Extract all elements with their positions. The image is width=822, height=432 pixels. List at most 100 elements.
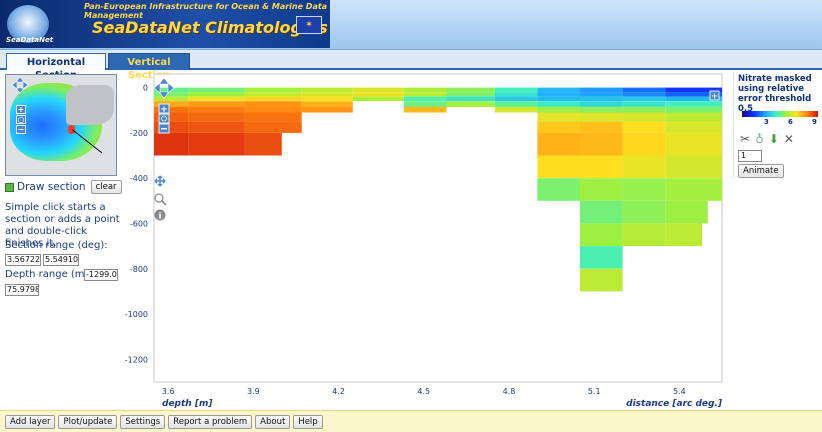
heatmap-cell bbox=[537, 101, 580, 107]
x-tick-label: 4.5 bbox=[417, 387, 430, 396]
heatmap-cell bbox=[244, 121, 302, 133]
heatmap-cell bbox=[494, 101, 538, 107]
help-button[interactable]: Help bbox=[293, 414, 323, 429]
plot-zoom-out-icon[interactable] bbox=[158, 123, 170, 134]
tab-horizontal-section[interactable]: Horizontal Section bbox=[6, 53, 106, 81]
heatmap-cell bbox=[446, 96, 495, 102]
animate-button[interactable]: Animate bbox=[738, 164, 784, 178]
heatmap-cell bbox=[665, 155, 722, 179]
plot-update-button[interactable]: Plot/update bbox=[58, 414, 118, 429]
vertical-section-plot[interactable]: 0 -200 -400 -600 -800 -1000 -1200 3.6 3.9 4.2 4.5… bbox=[122, 72, 732, 410]
heatmap-cell bbox=[244, 101, 302, 107]
x-tick-label: 5.1 bbox=[588, 387, 601, 396]
y-tick-label: -600 bbox=[130, 220, 148, 229]
heatmap-cell bbox=[446, 92, 495, 97]
heatmap-cell bbox=[622, 92, 666, 97]
bulb-icon[interactable]: ♁ bbox=[755, 132, 764, 146]
banner-title: SeaDataNet Climatologies bbox=[92, 18, 328, 37]
heatmap-cell bbox=[244, 96, 302, 102]
heatmap-cell bbox=[188, 132, 245, 156]
svg-text:+: + bbox=[711, 92, 718, 101]
heatmap-cell bbox=[580, 101, 623, 107]
wrench-icon[interactable]: ✂ bbox=[740, 132, 750, 146]
heatmap-cell bbox=[494, 92, 538, 97]
heatmap-cell bbox=[352, 87, 404, 93]
colorbar bbox=[742, 111, 818, 117]
frame-select[interactable]: 1 bbox=[738, 150, 762, 162]
zoom-out-icon[interactable]: − bbox=[16, 125, 26, 134]
heatmap-cell bbox=[580, 132, 623, 156]
section-chart: 0 -200 -400 -600 -800 -1000 -1200 3.6 3.9 4.2 4.5… bbox=[125, 73, 723, 409]
zoom-reset-icon[interactable]: ○ bbox=[16, 115, 26, 124]
overview-map[interactable]: + ○ − bbox=[5, 74, 117, 176]
heatmap-cell bbox=[537, 96, 580, 102]
clear-button[interactable]: clear bbox=[90, 180, 122, 194]
plot-info-icon[interactable]: i bbox=[154, 209, 166, 221]
legend-title: Nitrate masked using relative error thre… bbox=[738, 74, 812, 114]
plot-zoom-in-icon[interactable]: + bbox=[158, 103, 170, 115]
heatmap-cell bbox=[188, 96, 245, 102]
heatmap-cell bbox=[446, 87, 495, 93]
plot-expand-icon[interactable]: + bbox=[709, 90, 720, 101]
heatmap-cell bbox=[403, 101, 447, 107]
heatmap-cell bbox=[537, 155, 580, 179]
zoom-in-icon[interactable]: + bbox=[16, 105, 26, 114]
x-tick-label: 3.9 bbox=[247, 387, 260, 396]
heatmap-cell bbox=[665, 106, 722, 113]
section-range-max-field[interactable]: 5.54910 bbox=[43, 254, 79, 266]
tab-bar: Horizontal Section Vertical Section bbox=[0, 50, 822, 81]
download-icon[interactable]: ⬇ bbox=[769, 132, 779, 146]
heatmap-cell bbox=[403, 87, 447, 93]
heatmap-cell bbox=[188, 112, 245, 122]
heatmap-cell bbox=[580, 92, 623, 97]
heatmap-cell bbox=[494, 87, 538, 93]
heatmap-cell bbox=[665, 132, 722, 156]
map-zoom-bar: + ○ − bbox=[16, 105, 26, 139]
depth-range-min-field[interactable]: -1299.0 bbox=[84, 269, 118, 281]
eu-flag-icon: ✶ bbox=[296, 16, 322, 34]
report-problem-button[interactable]: Report a problem bbox=[168, 414, 253, 429]
heatmap-cell bbox=[622, 200, 666, 224]
heatmap-cell bbox=[622, 121, 666, 133]
heatmap-cell bbox=[188, 106, 245, 113]
y-tick-label: -800 bbox=[130, 265, 148, 274]
heatmap-cell bbox=[446, 101, 495, 107]
heatmap-cell bbox=[301, 106, 353, 113]
heatmap-cell bbox=[665, 101, 722, 107]
draw-section-checkbox[interactable] bbox=[5, 182, 14, 192]
heatmap-cell bbox=[537, 92, 580, 97]
draw-section-label: Draw section bbox=[17, 181, 86, 193]
colorbar-tick: 6 bbox=[788, 118, 793, 126]
x-tick-label: 4.2 bbox=[332, 387, 345, 396]
y-tick-label: -400 bbox=[130, 174, 148, 183]
heatmap-cell bbox=[580, 178, 623, 201]
plot-zoom-reset-icon[interactable] bbox=[158, 113, 170, 124]
heatmap-cell bbox=[622, 112, 666, 122]
heatmap-cell bbox=[537, 106, 580, 113]
tab-vertical-section[interactable]: Vertical Section bbox=[108, 53, 190, 81]
pan-icon[interactable] bbox=[12, 77, 28, 93]
heatmap-cell bbox=[665, 223, 703, 247]
heatmap-cell bbox=[494, 96, 538, 102]
heatmap-cell bbox=[188, 121, 245, 133]
heatmap-cell bbox=[580, 106, 623, 113]
heatmap-cell bbox=[154, 132, 189, 156]
y-tick-label: 0 bbox=[143, 84, 148, 93]
settings-button[interactable]: Settings bbox=[120, 414, 166, 429]
section-range-min-field[interactable]: 3.56722 bbox=[5, 254, 41, 266]
heatmap-cell bbox=[403, 92, 447, 97]
heatmap-cell bbox=[154, 92, 189, 97]
heatmap-cell bbox=[622, 96, 666, 102]
heatmap-cell bbox=[580, 87, 623, 93]
close-icon[interactable]: ✕ bbox=[784, 132, 794, 146]
heatmap-cell bbox=[665, 121, 722, 133]
heatmap-cell bbox=[622, 106, 666, 113]
heatmap-cell bbox=[622, 155, 666, 179]
heatmap-cell bbox=[580, 155, 623, 179]
heatmap-cell bbox=[580, 112, 623, 122]
heatmap-cell bbox=[580, 200, 623, 224]
about-button[interactable]: About bbox=[255, 414, 291, 429]
heatmap-cell bbox=[352, 92, 404, 97]
depth-range-max-field[interactable]: 75.9798 bbox=[5, 284, 39, 296]
add-layer-button[interactable]: Add layer bbox=[5, 414, 56, 429]
